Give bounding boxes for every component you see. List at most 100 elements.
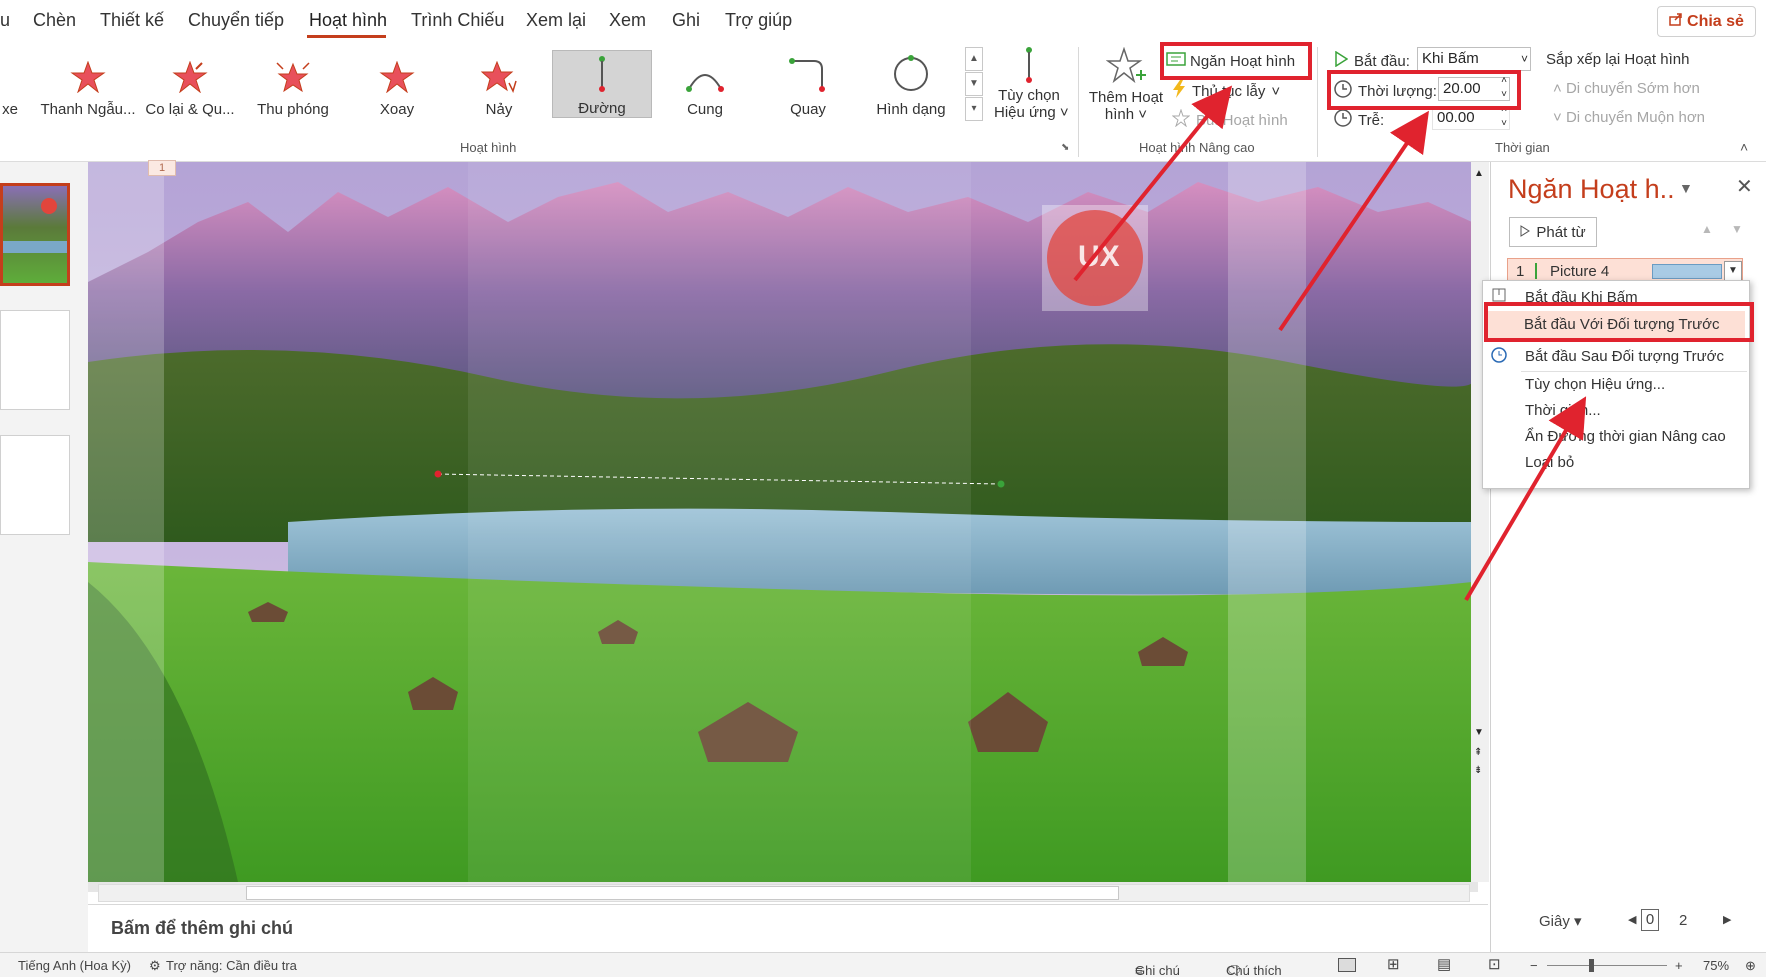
animation-pane-title: Ngăn Hoạt h.. — [1508, 174, 1675, 204]
share-button[interactable]: Chia sẻ — [1657, 6, 1756, 37]
share-icon — [1669, 12, 1683, 31]
zoom-in-icon[interactable]: + — [1675, 958, 1683, 973]
slide-landscape-image[interactable] — [88, 162, 1472, 882]
zoom-level[interactable]: 75% — [1703, 958, 1729, 973]
menu-effect-options[interactable]: Tùy chọn Hiệu ứng... — [1525, 376, 1665, 393]
menu-hide-timeline[interactable]: Ẩn Đường thời gian Nâng cao — [1525, 428, 1726, 445]
effect-options-label-2: Hiệu ứng — [994, 104, 1056, 121]
fit-slide-icon[interactable]: ⊕ — [1745, 958, 1756, 974]
menu-timing[interactable]: Thời gian... — [1525, 402, 1601, 419]
horizontal-scrollbar[interactable] — [98, 884, 1470, 902]
trigger-button[interactable]: Thủ tục lẫy ˅ — [1172, 80, 1280, 102]
animation-painter-button[interactable]: Bút Hoạt hình — [1171, 108, 1288, 131]
slide-thumbnail-3[interactable] — [0, 435, 70, 535]
tab-design[interactable]: Thiết kế — [100, 10, 164, 31]
add-animation-button[interactable]: Thêm Hoạt hình ˅ — [1088, 46, 1164, 123]
play-triangle-icon — [1334, 50, 1349, 71]
menu-start-after-previous[interactable]: Bắt đầu Sau Đối tượng Trước — [1525, 348, 1724, 365]
timeline-bar — [1652, 264, 1722, 279]
zoom-slider[interactable] — [1547, 959, 1667, 972]
effect-label: Hình dạng — [876, 101, 946, 118]
move-down-icon[interactable]: ▼ — [1731, 222, 1743, 236]
gallery-scroll-up[interactable]: ▲ — [965, 47, 983, 71]
tab-home-partial[interactable]: u — [0, 10, 10, 31]
effect-options-button[interactable]: Tùy chọn Hiệu ứng ˅ — [994, 47, 1069, 121]
scroll-down-icon[interactable]: ▼ — [1474, 727, 1484, 738]
animation-painter-label: Bút Hoạt hình — [1196, 111, 1288, 129]
pane-options-chevron-icon[interactable]: ▼ — [1679, 180, 1693, 196]
menu-remove[interactable]: Loại bỏ — [1525, 454, 1574, 471]
clock-icon — [1334, 109, 1352, 131]
next-slide-icon[interactable]: ⇟ — [1474, 765, 1482, 776]
effect-zoom[interactable]: Thu phóng — [243, 50, 343, 118]
accessibility-status[interactable]: Trợ năng: Cần điều tra — [166, 958, 297, 973]
play-from-button[interactable]: Phát từ — [1509, 217, 1597, 247]
effect-shrink-turn[interactable]: Co lại & Qu... — [140, 50, 240, 118]
tab-review[interactable]: Xem lại — [526, 10, 586, 31]
effect-label: Xoay — [379, 101, 415, 118]
close-icon[interactable]: ✕ — [1736, 174, 1753, 199]
start-dropdown[interactable]: Khi Bấm ˅ — [1417, 47, 1531, 71]
zoom-out-icon[interactable]: − — [1530, 958, 1538, 973]
delay-value: 00.00 — [1437, 109, 1475, 126]
tab-view[interactable]: Xem — [609, 10, 646, 31]
seconds-label: Giây — [1539, 913, 1570, 930]
ribbon-separator — [1317, 47, 1318, 157]
tab-record[interactable]: Ghi — [672, 10, 700, 31]
dialog-launcher-icon[interactable]: ⬊ — [1061, 142, 1069, 153]
effect-lines[interactable]: Đường — [552, 50, 652, 118]
slideshow-icon[interactable]: ⊡ — [1488, 955, 1501, 973]
move-later-button[interactable]: ˅ Di chuyển Muộn hơn — [1553, 109, 1705, 126]
collapse-ribbon-icon[interactable]: ˄ — [1740, 139, 1748, 155]
effect-label: Thu phóng — [257, 101, 329, 118]
effect-label: Quay — [790, 101, 826, 118]
effect-arcs[interactable]: Cung — [655, 50, 755, 118]
notes-pane[interactable]: Bấm để thêm ghi chú — [88, 904, 1488, 952]
star-zoom-icon — [275, 61, 311, 101]
animation-item-name: Picture 4 — [1550, 263, 1610, 280]
slide-sorter-icon[interactable]: ⊞ — [1387, 955, 1400, 973]
move-earlier-button[interactable]: ˄ Di chuyển Sớm hơn — [1553, 80, 1700, 97]
gallery-scroll-down[interactable]: ▼ — [965, 72, 983, 96]
start-value: Khi Bấm — [1422, 50, 1479, 67]
timeline-prev-icon[interactable]: ◀ — [1628, 913, 1636, 926]
effect-swivel[interactable]: Xoay — [347, 50, 447, 118]
seconds-dropdown[interactable]: Giây ▾ — [1539, 912, 1582, 930]
effect-shapes[interactable]: Hình dạng — [861, 50, 961, 118]
tab-help[interactable]: Trợ giúp — [725, 10, 792, 31]
effect-bounce[interactable]: Nảy — [449, 50, 549, 118]
previous-slide-icon[interactable]: ⇞ — [1474, 747, 1482, 758]
motion-path-circle-icon — [892, 55, 930, 101]
slide-thumbnail-2[interactable] — [0, 310, 70, 410]
reorder-title: Sắp xếp lại Hoạt hình — [1546, 51, 1690, 68]
effect-turns[interactable]: Quay — [758, 50, 858, 118]
clock-icon — [1491, 347, 1507, 368]
star-bounce-icon — [480, 60, 517, 101]
star-shrink-icon — [172, 60, 208, 101]
move-up-icon[interactable]: ▲ — [1701, 222, 1713, 236]
delay-label-row: Trễ: — [1334, 109, 1384, 131]
effect-options-icon — [1021, 47, 1037, 87]
scroll-up-icon[interactable]: ▲ — [1474, 168, 1484, 179]
effect-label: Thanh Ngẫu... — [40, 101, 136, 118]
vertical-scrollbar[interactable]: ▲ ▼ ⇞ ⇟ — [1471, 162, 1489, 882]
horizontal-scroll-thumb[interactable] — [246, 886, 1119, 900]
star-icon — [70, 60, 106, 101]
normal-view-icon[interactable] — [1338, 958, 1356, 972]
tab-slideshow[interactable]: Trình Chiếu — [411, 10, 504, 31]
slide-thumbnail-pane — [0, 162, 88, 952]
language-status[interactable]: Tiếng Anh (Hoa Kỳ) — [18, 958, 131, 973]
tab-transitions[interactable]: Chuyển tiếp — [188, 10, 284, 31]
timeline-next-icon[interactable]: ▶ — [1723, 913, 1731, 926]
powerpoint-window: { "menu": { "tabs": ["u", "Chèn", "Thiết… — [0, 0, 1766, 977]
star-swivel-icon — [379, 60, 415, 101]
reading-view-icon[interactable]: ▤ — [1437, 955, 1451, 973]
gallery-more[interactable]: ▾ — [965, 97, 983, 121]
zoom-slider-thumb[interactable] — [1589, 959, 1594, 972]
effect-random-bars[interactable]: Thanh Ngẫu... — [38, 50, 138, 118]
tab-animations[interactable]: Hoạt hình — [309, 10, 387, 31]
comments-label: Chú thích — [1226, 963, 1282, 977]
item-dropdown-icon[interactable]: ▼ — [1724, 261, 1742, 281]
slide-thumbnail-1[interactable] — [0, 183, 70, 286]
tab-insert[interactable]: Chèn — [33, 10, 76, 31]
